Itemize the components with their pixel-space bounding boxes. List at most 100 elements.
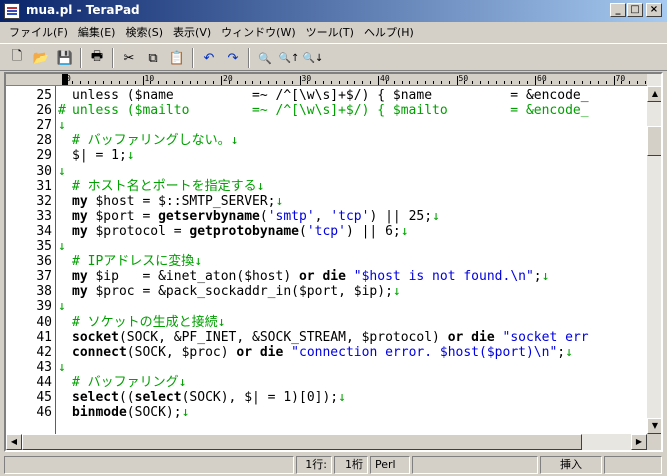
ruler-tick — [71, 81, 73, 84]
line-number: 38 — [36, 284, 52, 300]
ruler-tick — [134, 81, 136, 84]
newline-mark: ↓ — [541, 269, 550, 285]
newline-mark: ↓ — [275, 193, 284, 209]
code-line[interactable]: 39 ↓ — [6, 299, 647, 314]
keyword-token: my — [72, 269, 88, 285]
code-line[interactable]: 42 connect(SOCK, $proc) or die "connectio… — [6, 345, 647, 360]
horizontal-scrollbar[interactable]: ◀ ▶ — [6, 434, 647, 450]
code-text: my $protocol = getprotobyname('tcp') || … — [72, 224, 409, 239]
find-next-icon[interactable]: 🔍↑ — [278, 47, 300, 69]
code-line[interactable]: 25 unless ($name =~ /^[\w\s]+$/) { $name … — [6, 88, 647, 103]
code-line[interactable]: 35 ↓ — [6, 239, 647, 254]
menu-search[interactable]: 検索(S) — [120, 24, 168, 40]
redo-icon[interactable]: ↷ — [222, 47, 244, 69]
undo-icon[interactable]: ↶ — [198, 47, 220, 69]
find-previous-icon[interactable]: 🔍↓ — [302, 47, 324, 69]
editor-pane[interactable]: 0 10 20 30 40 50 60 70 25 unless ($name =~ /^[\w… — [4, 72, 663, 452]
print-icon[interactable]: 🖶 — [86, 47, 108, 69]
code-line[interactable]: 27 ↓ — [6, 118, 647, 133]
code-area[interactable]: 25 unless ($name =~ /^[\w\s]+$/) { $name … — [6, 86, 647, 440]
code-token: ( — [259, 208, 268, 224]
vertical-scroll-thumb[interactable] — [647, 126, 661, 156]
ruler-tick — [613, 76, 615, 85]
menu-edit[interactable]: 編集(E) — [73, 24, 121, 40]
scroll-down-button[interactable]: ▼ — [647, 418, 661, 434]
code-line[interactable]: 45 select((select(SOCK), $| = 1)[0]);↓ — [6, 390, 647, 405]
ruler-tick — [432, 81, 434, 84]
newline-mark: ↓ — [58, 359, 66, 375]
code-line[interactable]: 33 my $port = getservbyname('smtp', 'tcp'… — [6, 209, 647, 224]
code-line[interactable]: 43 ↓ — [6, 360, 647, 375]
comment-mark: # — [58, 103, 66, 119]
ruler-tick — [252, 81, 254, 84]
code-line[interactable]: 41 socket(SOCK, &PF_INET, &SOCK_STREAM, $… — [6, 330, 647, 345]
code-line[interactable]: 26 # unless ($mailto =~ /^[\w\s]+$/) { $ma… — [6, 103, 647, 118]
vertical-scrollbar[interactable]: ▲ ▼ — [647, 74, 661, 440]
new-file-icon[interactable]: 🗋 — [6, 47, 28, 69]
code-line[interactable]: 46 binmode(SOCK);↓ — [6, 405, 647, 420]
code-text: unless ($mailto =~ /^[\w\s]+$/) { $mailt… — [72, 103, 589, 118]
newline-mark: ↓ — [338, 390, 346, 405]
line-number: 29 — [36, 148, 52, 164]
code-line[interactable]: 32 my $host = $::SMTP_SERVER;↓ — [6, 194, 647, 209]
code-line[interactable]: 34 my $protocol = getprotobyname('tcp') |… — [6, 224, 647, 239]
cut-icon[interactable]: ✂ — [118, 47, 140, 69]
paste-icon[interactable]: 📋 — [166, 47, 188, 69]
scroll-right-button[interactable]: ▶ — [631, 434, 647, 450]
save-icon[interactable]: 💾 — [54, 47, 76, 69]
code-line[interactable]: 30 ↓ — [6, 164, 647, 179]
line-number: 34 — [36, 223, 52, 239]
keyword-token: binmode — [72, 405, 127, 421]
comment-token: # バッファリング — [72, 374, 179, 390]
line-number: 28 — [36, 133, 52, 149]
copy-icon[interactable]: ⧉ — [142, 47, 164, 69]
horizontal-scroll-thumb[interactable] — [22, 434, 582, 450]
close-button[interactable]: × — [646, 3, 662, 17]
ruler-tick — [323, 81, 325, 84]
code-token: $host = $::SMTP_SERVER; — [87, 193, 276, 209]
code-line[interactable]: 29 $| = 1;↓ — [6, 148, 647, 163]
ruler-tick — [511, 81, 513, 84]
line-number: 33 — [36, 208, 52, 224]
scroll-up-button[interactable]: ▲ — [647, 86, 661, 102]
ruler-label: 30 — [301, 74, 312, 83]
menu-window[interactable]: ウィンドウ(W) — [216, 24, 300, 40]
code-line[interactable]: 36 # IPアドレスに変換↓ — [6, 254, 647, 269]
ruler-tick — [181, 81, 183, 84]
ruler-tick — [330, 81, 332, 84]
find-icon[interactable]: 🔍 — [254, 47, 276, 69]
open-folder-icon[interactable]: 📂 — [30, 47, 52, 69]
ruler-tick — [142, 76, 144, 85]
code-line[interactable]: 28 # バッファリングしない。↓ — [6, 133, 647, 148]
minimize-button[interactable]: _ — [610, 3, 626, 17]
line-number: 45 — [36, 390, 52, 405]
menu-help[interactable]: ヘルプ(H) — [359, 24, 419, 40]
code-line[interactable]: 38 my $proc = &pack_sockaddr_in($port, $i… — [6, 284, 647, 299]
terapad-app-icon[interactable] — [4, 3, 20, 19]
toolbar-separator — [80, 48, 82, 68]
code-line[interactable]: 44 # バッファリング↓ — [6, 375, 647, 390]
ruler-tick — [480, 81, 482, 84]
ruler-tick — [644, 81, 646, 84]
code-line[interactable]: 40 # ソケットの生成と接続↓ — [6, 315, 647, 330]
code-text: binmode(SOCK);↓ — [72, 405, 189, 420]
ruler-tick — [166, 81, 168, 84]
maximize-button[interactable]: □ — [627, 3, 643, 17]
code-line[interactable]: 37 my $ip = &inet_aton($host) or die "$ho… — [6, 269, 647, 284]
code-token: (SOCK, &PF_INET, &SOCK_STREAM, $protocol… — [118, 329, 448, 345]
status-bar: 1行: 1桁 Perl 挿入 — [0, 454, 667, 476]
ruler-tick — [346, 81, 348, 84]
toolbar-separator — [192, 48, 194, 68]
ruler-tick — [221, 76, 222, 85]
ruler-tick — [550, 81, 552, 84]
menu-file[interactable]: ファイル(F) — [4, 24, 73, 40]
line-number: 31 — [36, 178, 52, 194]
code-text: socket(SOCK, &PF_INET, &SOCK_STREAM, $pr… — [72, 330, 589, 345]
menu-tools[interactable]: ツール(T) — [301, 24, 359, 40]
ruler-tick — [268, 81, 270, 84]
menu-view[interactable]: 表示(V) — [168, 24, 216, 40]
status-blank — [412, 456, 538, 474]
ruler-tick — [283, 81, 285, 84]
code-line[interactable]: 31 # ホスト名とポートを指定する↓ — [6, 179, 647, 194]
scroll-left-button[interactable]: ◀ — [6, 434, 22, 450]
